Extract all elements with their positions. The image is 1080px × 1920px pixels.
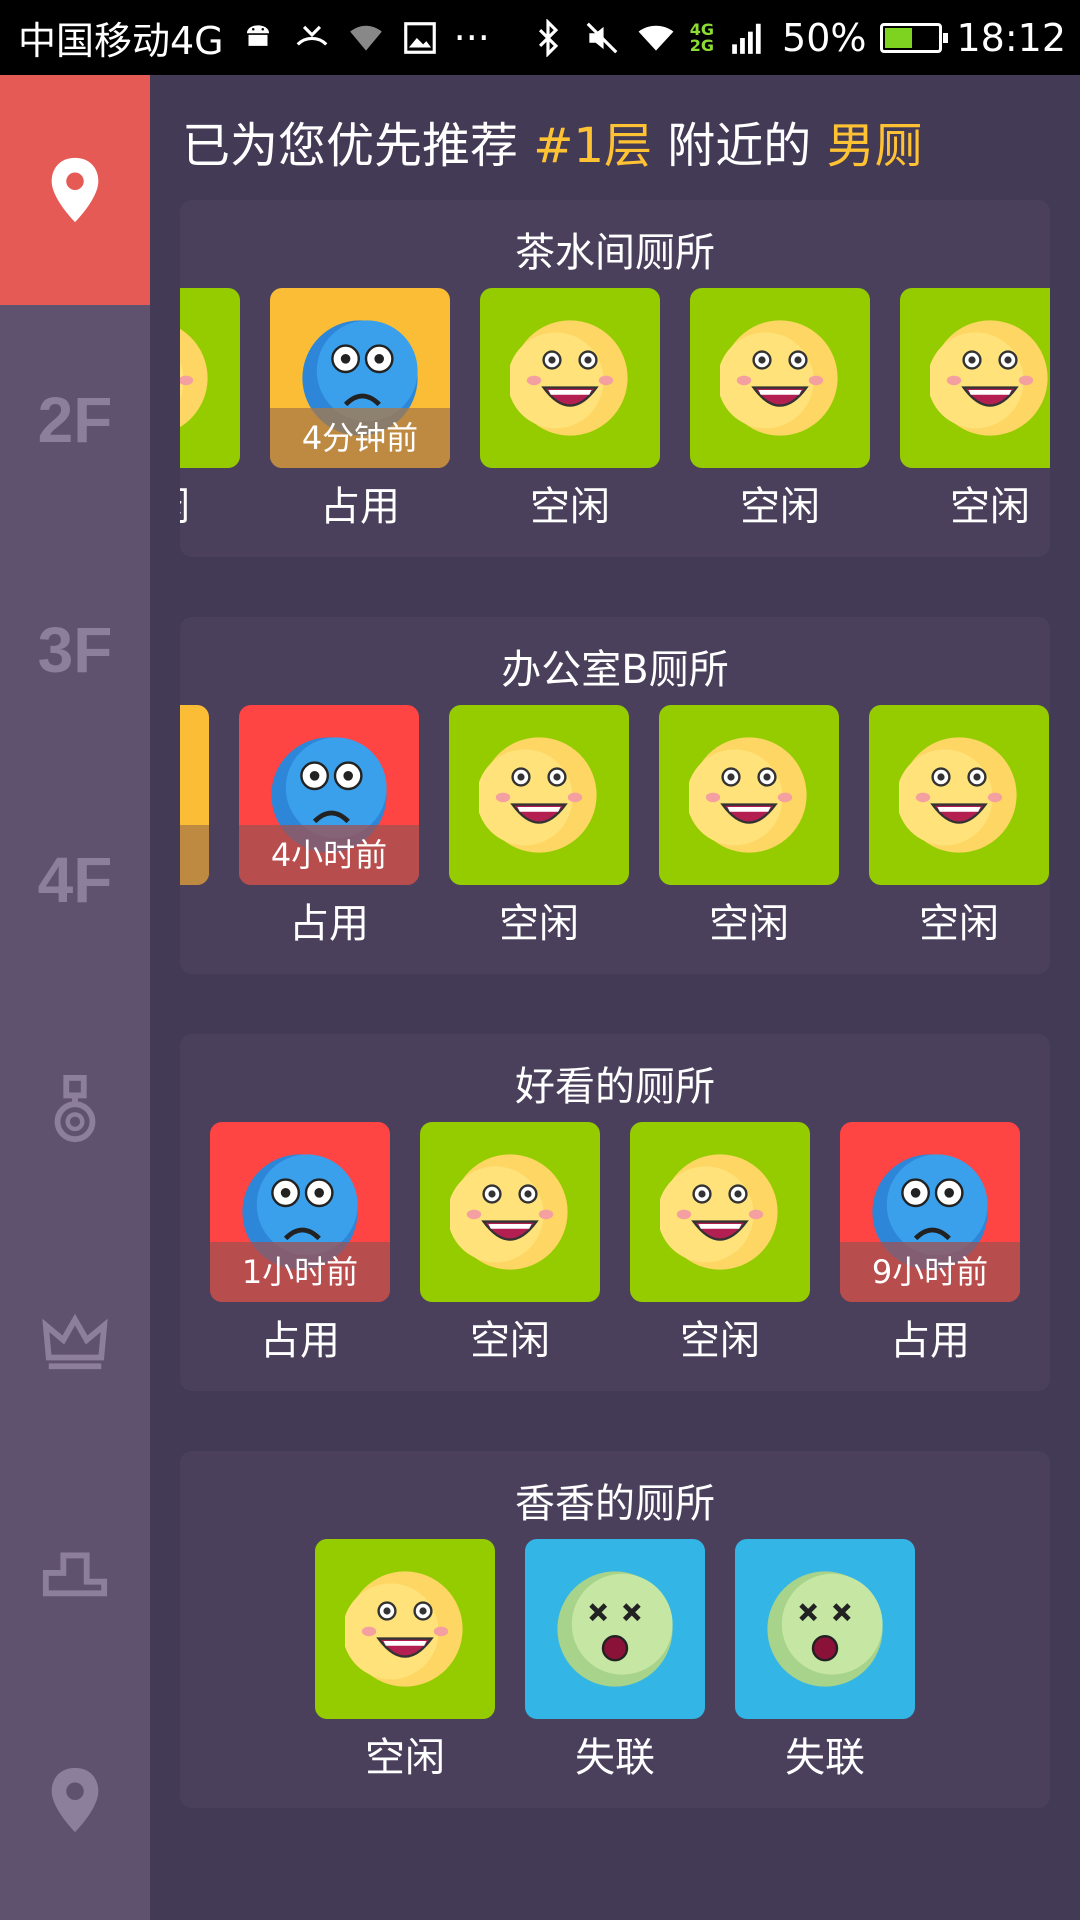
sidebar-item-3f[interactable]: 3F [0,535,150,765]
sidebar-item-crown[interactable] [0,1225,150,1455]
stall-status: 空闲 [365,1735,445,1781]
stall-tile[interactable] [900,288,1050,468]
stall-tile[interactable]: 分钟前 [180,705,209,885]
header-prefix: 已为您优先推荐 [182,118,534,174]
carrier-label: 中国移动4G [18,19,224,63]
podium-icon [42,1552,108,1597]
occupied-duration: 9小时前 [840,1242,1020,1302]
image-icon [400,18,440,58]
location-pin-icon [51,157,99,223]
header-gender: 男厕 [826,118,923,174]
occupied-duration: 分钟前 [180,825,209,885]
floor-sidebar: 2F 3F 4F [0,75,150,1920]
signal-icon [728,18,768,58]
sidebar-item-nearby[interactable] [0,75,150,305]
free-face-icon [660,1154,778,1270]
android-icon [238,18,278,58]
recommendation-header: 已为您优先推荐 #1层 附近的 男厕 [182,106,923,176]
stall-status: 空闲 [180,474,240,532]
stall-status: 占用 [289,901,369,947]
medal-icon [54,1075,96,1143]
stall-status: 空闲 [919,901,999,947]
occupied-duration: 4分钟前 [270,408,450,468]
occupied-duration: 1小时前 [210,1242,390,1302]
restroom-title: 香香的厕所 [515,1481,715,1527]
free-face-icon [479,737,597,853]
stall-tile[interactable] [630,1122,810,1302]
free-face-icon [510,320,628,436]
stall-tile[interactable]: 4小时前 [239,705,419,885]
sidebar-item-2f[interactable]: 2F [0,305,150,535]
stall-status: 占用 [260,1318,340,1364]
stall-status: 空闲 [709,901,789,947]
stall-tile[interactable]: 9小时前 [840,1122,1020,1302]
free-face-icon [720,320,838,436]
stall-tile[interactable] [690,288,870,468]
header-floor: #1层 [533,118,653,174]
stall-row[interactable]: 空闲 失联 失联 [180,1539,1050,1781]
stall-status: 空闲 [950,484,1030,530]
wifi-icon [636,18,676,58]
stall-status: 占用 [180,891,209,949]
stall-tile[interactable] [735,1539,915,1719]
restroom-card[interactable]: 茶水间厕所空闲 4分钟前占用 空闲 空闲 空闲 [180,200,1050,557]
network-type: 4G 2G [689,19,715,55]
header-middle: 附近的 [652,118,827,174]
stall-row[interactable]: 分钟前占用4小时前占用空闲空闲空闲 [180,705,1050,947]
battery-percent: 50% [782,15,867,60]
location-pin-icon [51,1767,99,1833]
free-face-icon [930,320,1048,436]
stall-tile[interactable]: 1小时前 [210,1122,390,1302]
restroom-card[interactable]: 办公室B厕所分钟前占用4小时前占用空闲空闲空闲 [180,617,1050,974]
free-face-icon [345,1571,463,1687]
missed-call-icon [292,18,332,58]
stall-status: 空闲 [740,484,820,530]
battery-icon [880,22,949,53]
stall-status: 失联 [785,1735,865,1781]
stall-tile[interactable] [449,705,629,885]
free-face-icon [450,1154,568,1270]
dizzy-face-icon [767,1571,883,1687]
free-face-icon [180,328,208,428]
sidebar-item-ranking[interactable] [0,1455,150,1685]
stall-status: 空闲 [499,901,579,947]
free-face-icon [899,737,1017,853]
stall-status: 空闲 [470,1318,550,1364]
mute-icon [582,18,622,58]
stall-status: 失联 [575,1735,655,1781]
sidebar-item-location[interactable] [0,1685,150,1915]
stall-tile[interactable] [659,705,839,885]
stall-tile[interactable]: 4分钟前 [270,288,450,468]
stall-tile[interactable] [315,1539,495,1719]
restroom-card[interactable]: 好看的厕所 1小时前占用 空闲 空闲 9小时前占用 [180,1034,1050,1391]
restroom-title: 办公室B厕所 [501,647,729,693]
bluetooth-icon [528,18,568,58]
stall-tile[interactable] [869,705,1049,885]
sidebar-item-4f[interactable]: 4F [0,765,150,995]
more-notifications-icon: ··· [453,15,490,60]
stall-tile[interactable] [480,288,660,468]
restroom-title: 好看的厕所 [515,1064,715,1110]
dizzy-face-icon [557,1571,673,1687]
stall-status: 空闲 [530,484,610,530]
stall-tile[interactable] [420,1122,600,1302]
stall-status: 空闲 [680,1318,760,1364]
restroom-card[interactable]: 香香的厕所空闲 失联 失联 [180,1451,1050,1808]
stall-status: 占用 [890,1318,970,1364]
stall-tile[interactable] [525,1539,705,1719]
sidebar-item-medal[interactable] [0,995,150,1225]
stall-row[interactable]: 1小时前占用 空闲 空闲 9小时前占用 [180,1122,1050,1364]
stall-status: 占用 [320,484,400,530]
status-bar: 中国移动4G ··· 4G 2G 50% 18:12 [0,0,1080,75]
crown-icon [42,1313,108,1370]
restroom-title: 茶水间厕所 [515,230,715,276]
clock: 18:12 [956,15,1066,60]
free-face-icon [689,737,807,853]
wifi-question-icon [346,18,386,58]
stall-tile[interactable] [180,288,240,468]
occupied-duration: 4小时前 [239,825,419,885]
stall-row[interactable]: 空闲 4分钟前占用 空闲 空闲 空闲 [180,288,1050,530]
